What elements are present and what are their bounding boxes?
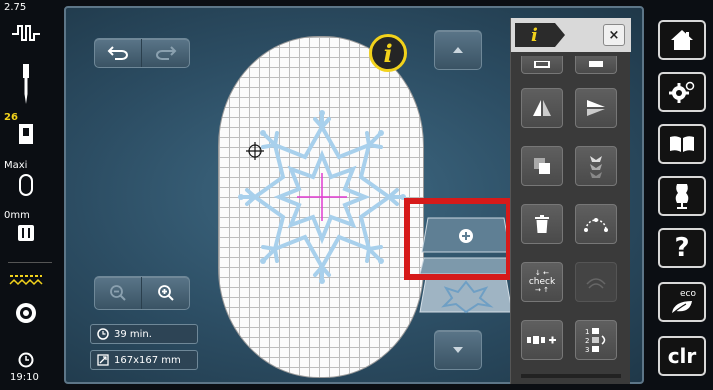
home-button[interactable] xyxy=(658,20,706,60)
thread-tension-icon[interactable] xyxy=(11,20,41,50)
frame-icon xyxy=(534,60,550,68)
stitch-density-icon xyxy=(586,278,606,289)
zoom-in-icon xyxy=(157,285,174,301)
book-icon xyxy=(670,136,694,152)
creative-consultant-button[interactable] xyxy=(658,176,706,216)
mirror-horizontal-icon xyxy=(533,100,551,116)
info-button[interactable]: i xyxy=(369,34,407,72)
embroidery-design[interactable] xyxy=(219,37,424,378)
scan-design-button[interactable] xyxy=(575,56,617,74)
arrow-down-icon xyxy=(453,347,463,353)
svg-text:2: 2 xyxy=(585,337,589,345)
edit-tools-panel: i × ↓ ← check → ↑ 1 2 3 xyxy=(510,18,631,384)
arrow-up-icon xyxy=(453,47,463,53)
trash-icon xyxy=(535,215,549,233)
scroll-down-button[interactable] xyxy=(434,330,482,370)
close-tools-button[interactable]: × xyxy=(603,24,625,46)
tool-scroll-edge xyxy=(521,374,621,378)
gear-icon xyxy=(669,81,695,103)
presser-foot-icon[interactable] xyxy=(16,124,36,148)
color-layers-icon xyxy=(590,156,602,178)
dress-form-icon xyxy=(675,184,689,209)
bobbin-icon[interactable] xyxy=(15,302,37,328)
hoop-oval-icon[interactable] xyxy=(18,174,34,200)
clear-button[interactable]: clr xyxy=(658,336,706,376)
zoom-in-button[interactable] xyxy=(142,277,189,309)
leaf-icon xyxy=(671,301,692,315)
mirror-vertical-icon xyxy=(587,100,605,116)
design-size-value: 167x167 mm xyxy=(114,354,181,366)
undo-icon xyxy=(107,46,128,60)
hoop-grid[interactable] xyxy=(218,36,424,378)
stitch-time-box: 39 min. xyxy=(90,324,198,344)
zoom-out-icon xyxy=(110,285,126,301)
stitch-time-value: 39 min. xyxy=(114,328,152,340)
check-size-button[interactable]: ↓ ← check → ↑ xyxy=(521,262,563,302)
help-button[interactable]: ? xyxy=(658,228,706,268)
combine-icon xyxy=(527,336,556,344)
undo-redo-group xyxy=(94,38,190,68)
stitch-number: 26 xyxy=(4,112,18,123)
stitch-density-button[interactable] xyxy=(575,262,617,302)
main-nav-bar: ? eco clr xyxy=(652,0,713,390)
combine-patterns-button[interactable] xyxy=(521,320,563,360)
mirror-vertical-button[interactable] xyxy=(575,88,617,128)
arrows-in-icon: ↓ ← xyxy=(535,269,549,277)
undo-button[interactable] xyxy=(95,39,143,67)
needle-size-value: 2.75 xyxy=(4,2,27,13)
status-divider xyxy=(8,262,52,263)
resize-icon xyxy=(97,354,109,366)
eco-label: eco xyxy=(680,289,696,299)
offset-value: 0mm xyxy=(4,210,30,221)
svg-text:1: 1 xyxy=(585,328,589,336)
svg-text:3: 3 xyxy=(585,346,589,354)
redo-button[interactable] xyxy=(142,39,189,67)
duplicate-icon xyxy=(534,158,550,174)
tutorial-button[interactable] xyxy=(658,124,706,164)
redo-icon xyxy=(155,46,176,60)
embroidery-screen: 2.75 26 Maxi 0mm 19:10 i 39 min. 167x167… xyxy=(0,0,713,390)
sequence-button[interactable]: 1 2 3 xyxy=(575,320,617,360)
needle-icon[interactable] xyxy=(21,64,31,108)
left-status-bar: 2.75 26 Maxi 0mm 19:10 xyxy=(0,0,60,390)
import-design-button[interactable] xyxy=(521,56,563,74)
zoom-group xyxy=(94,276,190,310)
delete-button[interactable] xyxy=(521,204,563,244)
camera-icon xyxy=(589,60,603,67)
clock-time: 19:10 xyxy=(10,372,39,383)
numbered-sequence-icon: 1 2 3 xyxy=(585,328,606,354)
zoom-out-button[interactable] xyxy=(95,277,143,309)
duplicate-button[interactable] xyxy=(521,146,563,186)
arc-icon xyxy=(584,218,608,232)
clock-icon xyxy=(18,352,34,372)
hoop-type-label: Maxi xyxy=(4,160,28,171)
design-size-box: 167x167 mm xyxy=(90,350,198,370)
highlight-annotation xyxy=(404,198,512,280)
eco-mode-button[interactable]: eco xyxy=(658,282,706,322)
color-layers-button[interactable] xyxy=(575,146,617,186)
bend-text-button[interactable] xyxy=(575,204,617,244)
home-icon xyxy=(671,30,693,50)
stitch-plate-icon[interactable] xyxy=(17,224,35,246)
stabilizer-icon[interactable] xyxy=(9,272,43,291)
settings-button[interactable] xyxy=(658,72,706,112)
tools-info-tab[interactable]: i xyxy=(515,23,565,47)
mirror-horizontal-button[interactable] xyxy=(521,88,563,128)
tools-header: i × xyxy=(511,18,631,52)
scroll-up-button[interactable] xyxy=(434,30,482,70)
timer-icon xyxy=(97,328,109,340)
arrows-out-icon: → ↑ xyxy=(535,286,549,294)
